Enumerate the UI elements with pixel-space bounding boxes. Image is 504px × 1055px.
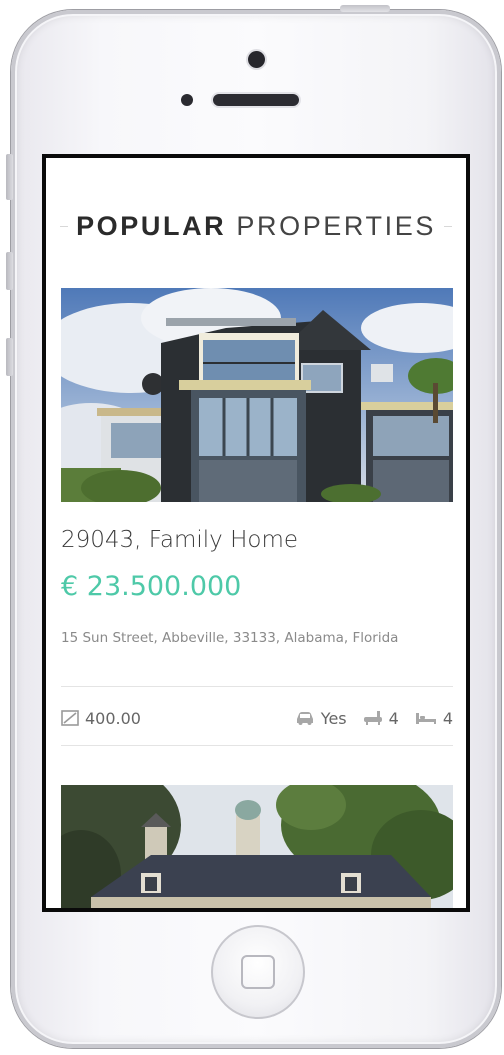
section-title-light: PROPERTIES [236,210,436,241]
volume-down-button [6,338,13,376]
feature-bedrooms: 4 [415,709,453,728]
area-value: 400.00 [85,708,141,728]
house-image-icon [61,288,453,502]
divider [61,686,453,687]
home-button[interactable] [211,925,305,1019]
section-heading: POPULAR PROPERTIES [60,211,453,242]
power-button [340,5,390,12]
garage-value: Yes [320,708,347,728]
heading-rule-right [443,225,453,227]
feature-garage: Yes [295,709,347,728]
property-card[interactable]: 29043, Family Home € 23.500.000 15 Sun S… [61,288,453,746]
feature-area: 400.00 [61,709,141,728]
house-image-icon [61,785,453,908]
front-camera-icon [248,51,265,68]
property-card[interactable] [61,785,453,908]
property-price: € 23.500.000 [61,571,242,602]
feature-bathrooms: 4 [363,709,399,728]
bed-icon [415,713,436,724]
area-icon [61,710,79,726]
property-address: 15 Sun Street, Abbeville, 33133, Alabama… [61,630,399,646]
app-viewport: POPULAR PROPERTIES 29043, Family Home € … [46,158,466,908]
property-title[interactable]: 29043, Family Home [61,527,298,553]
car-icon [296,712,313,725]
bedrooms-value: 4 [442,708,453,728]
earpiece-speaker-icon [213,94,299,106]
property-features: 400.00 Yes 4 4 [61,706,453,730]
colonial-house-photo[interactable] [61,785,453,908]
divider [61,745,453,746]
heading-rule-left [60,225,69,227]
section-title: POPULAR PROPERTIES [68,211,444,242]
proximity-sensor-icon [181,94,193,106]
modern-house-photo[interactable] [61,288,453,502]
bathtub-icon [363,711,382,725]
home-square-icon [241,955,275,989]
volume-up-button [6,252,13,290]
mute-switch [6,154,13,200]
section-title-bold: POPULAR [76,210,227,241]
bathrooms-value: 4 [388,708,399,728]
